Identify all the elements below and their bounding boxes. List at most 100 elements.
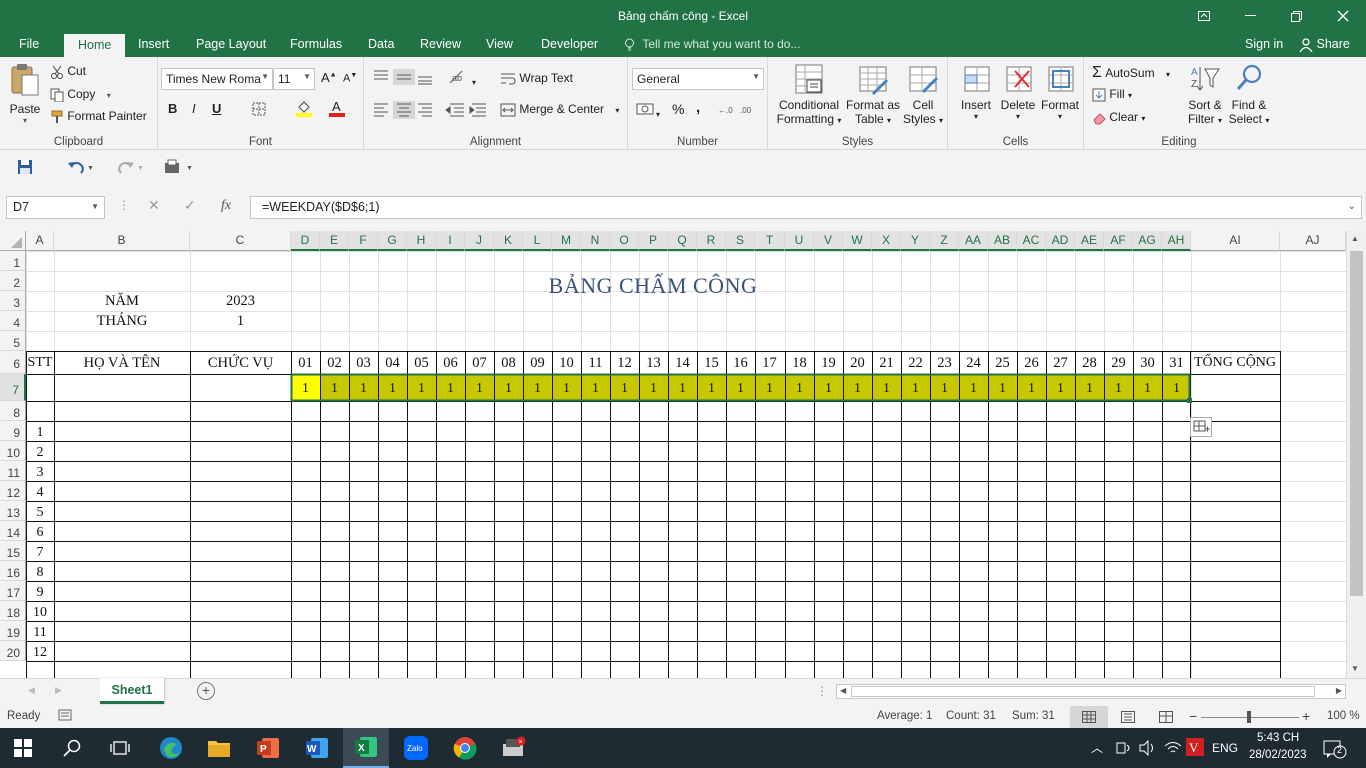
row-header-11[interactable]: 11	[0, 461, 26, 481]
delete-cells-button[interactable]: Delete ▾	[998, 63, 1038, 121]
header-day-09[interactable]: 09	[523, 352, 552, 374]
weekday-cell-15[interactable]: 1	[697, 375, 726, 401]
show-hidden-icons[interactable]: ︿	[1091, 739, 1103, 756]
weekday-cell-7[interactable]: 1	[465, 375, 494, 401]
header-day-16[interactable]: 16	[726, 352, 755, 374]
row-header-3[interactable]: 3	[0, 291, 26, 311]
header-day-29[interactable]: 29	[1104, 352, 1133, 374]
search-icon[interactable]	[57, 733, 87, 763]
column-header-af[interactable]: AF	[1104, 231, 1133, 251]
column-header-j[interactable]: J	[465, 231, 494, 251]
row-header-14[interactable]: 14	[0, 521, 26, 541]
column-header-d[interactable]: D	[291, 231, 320, 251]
task-view-icon[interactable]	[105, 733, 135, 763]
percent-button[interactable]: %	[672, 101, 684, 117]
weekday-cell-17[interactable]: 1	[755, 375, 784, 401]
increase-font-size-button[interactable]: A▲	[321, 70, 337, 85]
zoom-level[interactable]: 100 %	[1327, 710, 1360, 722]
column-header-a[interactable]: A	[26, 231, 54, 251]
column-header-f[interactable]: F	[349, 231, 378, 251]
stt-cell-12[interactable]: 12	[26, 641, 54, 665]
bold-button[interactable]: B	[168, 101, 177, 116]
weekday-cell-24[interactable]: 1	[959, 375, 988, 401]
format-cells-button[interactable]: Format ▾	[1040, 63, 1080, 121]
header-day-07[interactable]: 07	[465, 352, 494, 374]
row-header-9[interactable]: 9	[0, 421, 26, 441]
weekday-cell-29[interactable]: 1	[1104, 375, 1133, 401]
restore-button[interactable]	[1273, 0, 1319, 32]
header-day-12[interactable]: 12	[610, 352, 639, 374]
new-sheet-icon[interactable]: +	[197, 682, 215, 700]
header-day-30[interactable]: 30	[1133, 352, 1162, 374]
header-day-03[interactable]: 03	[349, 352, 378, 374]
tab-insert[interactable]: Insert	[138, 37, 169, 51]
autosum-button[interactable]: Σ AutoSum ▾	[1092, 64, 1170, 82]
row-header-12[interactable]: 12	[0, 481, 26, 501]
column-header-ab[interactable]: AB	[988, 231, 1017, 251]
column-header-i[interactable]: I	[436, 231, 465, 251]
weekday-cell-3[interactable]: 1	[349, 375, 378, 401]
sheet-tab-sheet1[interactable]: Sheet1	[100, 678, 164, 704]
tab-developer[interactable]: Developer	[541, 37, 598, 51]
copy-button[interactable]: Copy ▾	[50, 87, 111, 102]
column-header-b[interactable]: B	[54, 231, 190, 251]
conditional-formatting-button[interactable]: Conditional Formatting ▾	[774, 63, 844, 126]
weekday-cell-13[interactable]: 1	[639, 375, 668, 401]
font-color-button[interactable]: A	[328, 99, 346, 117]
horizontal-scroll-thumb[interactable]	[851, 686, 1315, 697]
row-header-20[interactable]: 20	[0, 641, 26, 661]
powerpoint-icon[interactable]: P	[253, 733, 283, 763]
weekday-cell-18[interactable]: 1	[785, 375, 814, 401]
column-header-ag[interactable]: AG	[1133, 231, 1162, 251]
column-header-w[interactable]: W	[843, 231, 872, 251]
tab-page-layout[interactable]: Page Layout	[196, 37, 266, 51]
fill-button[interactable]: Fill ▾	[1092, 87, 1132, 102]
weekday-cell-28[interactable]: 1	[1075, 375, 1104, 401]
word-icon[interactable]: W	[302, 733, 332, 763]
share-button[interactable]: Share	[1299, 37, 1350, 52]
header-day-22[interactable]: 22	[901, 352, 930, 374]
scroll-right-icon[interactable]: ▶	[1336, 686, 1342, 695]
weekday-cell-27[interactable]: 1	[1046, 375, 1075, 401]
column-header-x[interactable]: X	[872, 231, 901, 251]
borders-button[interactable]	[252, 101, 266, 116]
chrome-icon[interactable]	[450, 733, 480, 763]
clock-time[interactable]: 5:43 CH	[1257, 732, 1299, 744]
select-all-corner[interactable]	[0, 231, 26, 251]
column-header-ad[interactable]: AD	[1046, 231, 1075, 251]
column-header-u[interactable]: U	[785, 231, 814, 251]
comma-button[interactable]: ,	[696, 99, 700, 116]
header-ho-va-ten[interactable]: HỌ VÀ TÊN	[54, 352, 190, 374]
macro-record-icon[interactable]	[58, 709, 72, 724]
header-day-20[interactable]: 20	[843, 352, 872, 374]
orientation-button[interactable]: ab ▾	[448, 69, 476, 88]
weekday-cell-8[interactable]: 1	[494, 375, 523, 401]
tab-split-handle[interactable]: ⋮	[816, 684, 828, 698]
enter-icon[interactable]: ✓	[184, 197, 196, 214]
customize-qat-icon[interactable]: ▼	[164, 159, 194, 178]
font-name-select[interactable]: Times New Roma ▼	[161, 68, 273, 90]
weekday-cell-26[interactable]: 1	[1017, 375, 1046, 401]
row-header-2[interactable]: 2	[0, 271, 26, 291]
excel-taskbar-icon[interactable]: X	[343, 728, 389, 768]
header-day-24[interactable]: 24	[959, 352, 988, 374]
row-header-13[interactable]: 13	[0, 501, 26, 521]
format-painter-button[interactable]: Format Painter	[50, 109, 147, 124]
weekday-cell-5[interactable]: 1	[407, 375, 436, 401]
header-day-08[interactable]: 08	[494, 352, 523, 374]
save-icon[interactable]	[17, 159, 33, 178]
header-day-10[interactable]: 10	[552, 352, 581, 374]
row-header-7[interactable]: 7	[0, 374, 26, 401]
column-header-y[interactable]: Y	[901, 231, 930, 251]
vertical-scroll-thumb[interactable]	[1350, 251, 1363, 596]
row-header-1[interactable]: 1	[0, 251, 26, 271]
scroll-down-icon[interactable]: ▼	[1351, 664, 1359, 673]
column-header-l[interactable]: L	[523, 231, 552, 251]
number-format-select[interactable]: General ▼	[632, 68, 764, 90]
tab-formulas[interactable]: Formulas	[290, 37, 342, 51]
weekday-cell-16[interactable]: 1	[726, 375, 755, 401]
network-icon[interactable]	[1116, 740, 1132, 759]
sign-in-link[interactable]: Sign in	[1245, 37, 1283, 51]
close-button[interactable]	[1320, 0, 1366, 32]
label-nam[interactable]: NĂM	[54, 291, 190, 311]
